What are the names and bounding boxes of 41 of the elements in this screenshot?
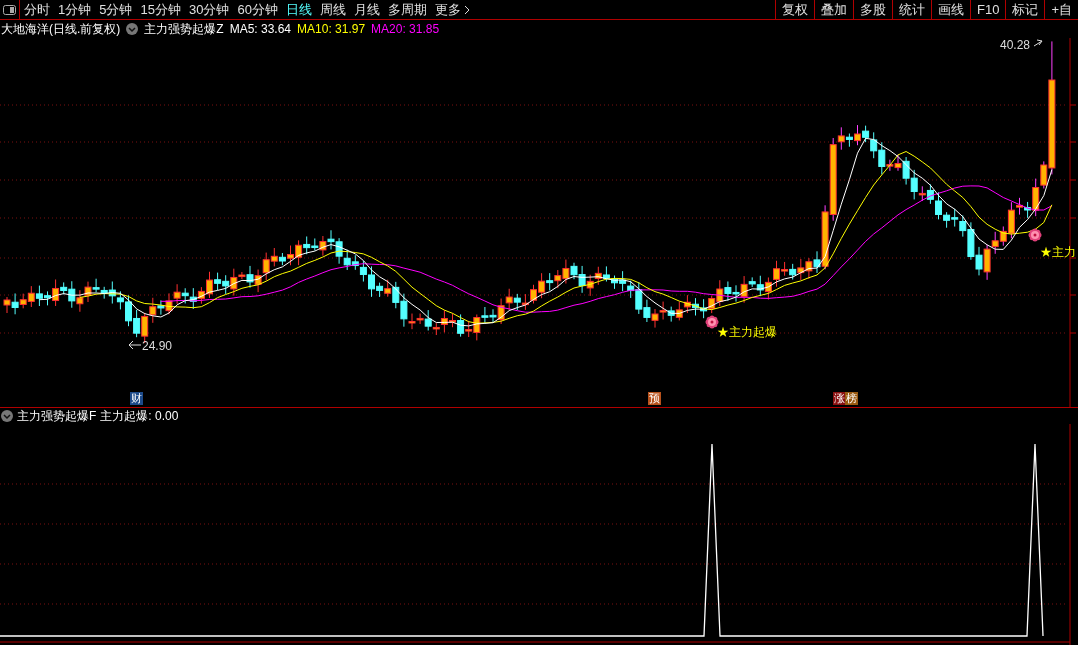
toolbar-button[interactable]: 标记 (1005, 0, 1045, 19)
stock-title: 大地海洋(日线.前复权) (1, 21, 121, 38)
toolbar-button[interactable]: 叠加 (814, 0, 853, 19)
period-tab[interactable]: 月线 (353, 0, 380, 20)
indicator-value: 主力起爆: 0.00 (100, 408, 179, 425)
panel-toggle-icon[interactable] (3, 4, 16, 15)
toolbar-button[interactable]: F10 (970, 0, 1006, 19)
signal-label: ★主力起爆 (717, 325, 777, 339)
indicator-name: 主力强势起爆F (17, 408, 97, 425)
toolbar-button[interactable]: 多股 (853, 0, 892, 19)
event-marker[interactable]: 榜 (845, 392, 858, 405)
indicator-name: 主力强势起爆Z (144, 21, 224, 38)
ma-value: MA5: 33.64 (229, 21, 292, 38)
price-label: 24.90 (142, 339, 173, 353)
period-tab[interactable]: 周线 (319, 0, 346, 20)
price-label: 40.28 (1000, 38, 1031, 52)
period-tab[interactable]: 15分钟 (140, 0, 181, 20)
period-tab[interactable]: 5分钟 (99, 0, 133, 20)
flower-icon (705, 315, 719, 329)
dropdown-icon[interactable] (126, 23, 139, 35)
period-tab[interactable]: 60分钟 (237, 0, 278, 20)
toolbar-button[interactable]: +自 (1044, 0, 1078, 19)
toolbar-button[interactable]: 复权 (775, 0, 814, 19)
toolbar-button[interactable]: 统计 (892, 0, 931, 19)
arrow-icon (1033, 39, 1043, 47)
toolbar-button[interactable]: 画线 (931, 0, 970, 19)
chevron-right-icon (463, 4, 470, 15)
flower-icon (1028, 228, 1042, 242)
signal-label: ★主力 (1040, 245, 1076, 259)
event-marker[interactable]: 财 (130, 392, 143, 405)
period-tab[interactable]: 分时 (24, 0, 50, 20)
ma-value: MA20: 31.85 (371, 21, 440, 38)
period-tab[interactable]: 多周期 (387, 0, 427, 20)
event-marker[interactable]: 预 (648, 392, 661, 405)
period-tab[interactable]: 30分钟 (188, 0, 230, 20)
dropdown-icon[interactable] (1, 410, 13, 422)
period-tab[interactable]: 日线 (285, 0, 312, 20)
period-tab[interactable]: 更多 (434, 0, 470, 20)
period-tab[interactable]: 1分钟 (58, 0, 92, 20)
arrow-icon (128, 340, 142, 350)
ma-value: MA10: 31.97 (297, 21, 366, 38)
